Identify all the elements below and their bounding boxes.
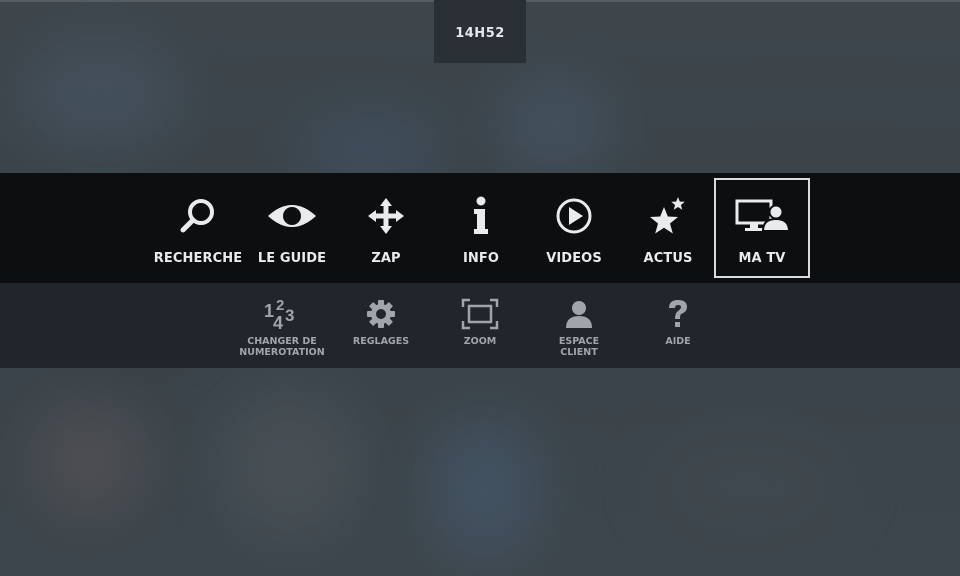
numbers-glyph: 4 <box>273 313 283 331</box>
user-icon <box>559 297 599 331</box>
main-menu-bar: RECHERCHE LE GUIDE ZAP INFO VIDEOS ACTUS… <box>0 173 960 283</box>
submenu-item-label: CHANGER DE NUMEROTATION <box>239 336 325 358</box>
gear-icon <box>361 297 401 331</box>
info-icon <box>451 194 511 238</box>
numbers-glyph: 3 <box>285 306 294 325</box>
play-circle-icon <box>544 194 604 238</box>
clock: 14H52 <box>434 0 526 63</box>
menu-item-ma-tv[interactable]: MA TV <box>714 178 810 278</box>
menu-item-label: LE GUIDE <box>257 251 327 266</box>
submenu-item-espace-client[interactable]: ESPACE CLIENT <box>531 297 627 367</box>
menu-item-videos[interactable]: VIDEOS <box>526 178 622 278</box>
secondary-menu-bar: 1 2 4 3 CHANGER DE NUMEROTATION REGLAGES… <box>0 283 960 368</box>
search-icon <box>168 194 228 238</box>
eye-icon <box>262 194 322 238</box>
menu-item-label: VIDEOS <box>546 251 602 266</box>
menu-item-recherche[interactable]: RECHERCHE <box>150 178 246 278</box>
menu-item-label: MA TV <box>738 251 786 266</box>
submenu-item-aide[interactable]: AIDE <box>630 297 726 367</box>
submenu-item-reglages[interactable]: REGLAGES <box>333 297 429 367</box>
numbers-icon: 1 2 4 3 <box>262 297 302 331</box>
submenu-item-label: ZOOM <box>463 336 497 347</box>
move-arrows-icon <box>356 194 416 238</box>
tv-user-icon <box>732 194 792 238</box>
zoom-frame-icon <box>460 297 500 331</box>
submenu-item-zoom[interactable]: ZOOM <box>432 297 528 367</box>
menu-item-zap[interactable]: ZAP <box>338 178 434 278</box>
menu-item-label: INFO <box>462 251 500 266</box>
menu-item-label: RECHERCHE <box>153 251 243 266</box>
submenu-item-label: AIDE <box>665 336 691 347</box>
menu-item-info[interactable]: INFO <box>433 178 529 278</box>
numbers-glyph: 2 <box>276 297 284 314</box>
menu-item-label: ACTUS <box>643 251 693 266</box>
submenu-item-changer-numerotation[interactable]: 1 2 4 3 CHANGER DE NUMEROTATION <box>234 297 330 367</box>
menu-item-label: ZAP <box>371 251 401 266</box>
submenu-item-label: ESPACE CLIENT <box>558 336 600 358</box>
question-icon <box>658 297 698 331</box>
submenu-item-label: REGLAGES <box>352 336 410 347</box>
menu-item-actus[interactable]: ACTUS <box>620 178 716 278</box>
stars-icon <box>638 194 698 238</box>
menu-item-le-guide[interactable]: LE GUIDE <box>244 178 340 278</box>
clock-time: 14H52 <box>455 26 505 41</box>
